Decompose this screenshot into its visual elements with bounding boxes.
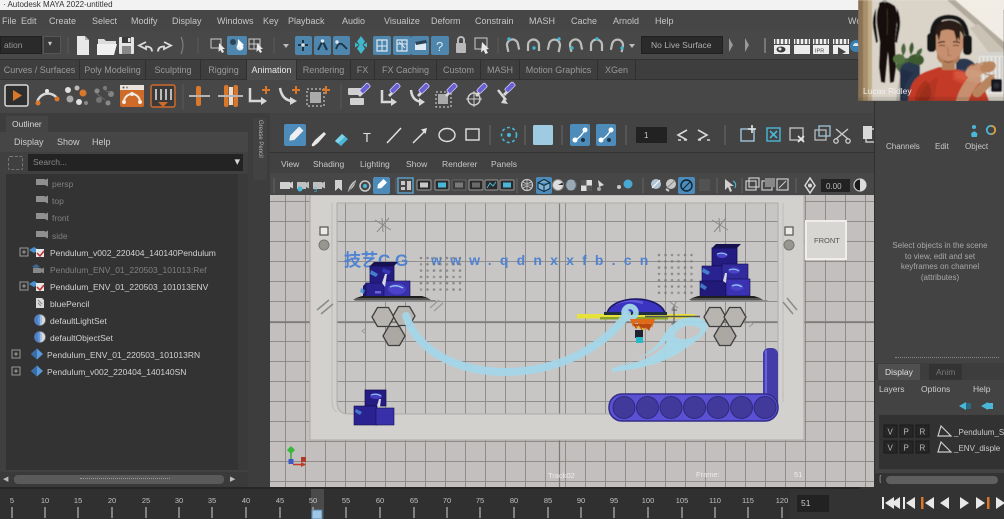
svg-text:35: 35	[208, 496, 216, 505]
svg-text:70: 70	[443, 496, 451, 505]
svg-text:15: 15	[74, 496, 82, 505]
svg-text:persp: persp	[52, 179, 74, 189]
svg-text:Pendulum_ENV_01_220503_101013E: Pendulum_ENV_01_220503_101013ENV	[50, 282, 209, 292]
svg-text:IPR: IPR	[815, 49, 824, 55]
svg-text:10: 10	[41, 496, 49, 505]
svg-text:1: 1	[644, 131, 649, 140]
svg-text:T: T	[363, 130, 371, 145]
svg-text:20: 20	[108, 496, 116, 505]
svg-text:0.00: 0.00	[826, 182, 842, 191]
svg-text:110: 110	[709, 496, 721, 505]
svg-text:Pendulum_ENV_01_220503_101013R: Pendulum_ENV_01_220503_101013RN	[47, 350, 200, 360]
svg-text:50: 50	[309, 496, 317, 505]
svg-text:V: V	[888, 444, 894, 453]
svg-text:30: 30	[175, 496, 183, 505]
svg-text:defaultObjectSet: defaultObjectSet	[50, 333, 113, 343]
svg-text:_ENV_disple: _ENV_disple	[953, 444, 1001, 453]
svg-text:90: 90	[577, 496, 585, 505]
svg-text:P: P	[904, 444, 909, 453]
svg-text:25: 25	[142, 496, 150, 505]
svg-text:bluePencil: bluePencil	[50, 299, 89, 309]
svg-text:Frame:: Frame:	[696, 470, 720, 479]
svg-text:R: R	[920, 444, 926, 453]
svg-text:defaultLightSet: defaultLightSet	[50, 316, 107, 326]
svg-text:Lucas Ridley: Lucas Ridley	[863, 86, 912, 96]
svg-text:front: front	[52, 213, 70, 223]
svg-text:55: 55	[342, 496, 350, 505]
svg-text:V: V	[888, 428, 894, 437]
svg-text:85: 85	[544, 496, 552, 505]
svg-text:Track02: Track02	[548, 471, 575, 480]
svg-text:95: 95	[610, 496, 618, 505]
svg-text:51: 51	[794, 470, 802, 479]
svg-text:?: ?	[436, 39, 443, 54]
svg-text:45: 45	[276, 496, 284, 505]
svg-text:Pendulum_v002_220404_140140Pen: Pendulum_v002_220404_140140Pendulum	[50, 248, 216, 258]
svg-text:_Pendulum_S: _Pendulum_S	[953, 428, 1004, 437]
svg-text:60: 60	[376, 496, 384, 505]
svg-text:top: top	[52, 196, 64, 206]
svg-text:R: R	[920, 428, 926, 437]
svg-text:65: 65	[410, 496, 418, 505]
svg-text:side: side	[52, 231, 68, 241]
svg-text:115: 115	[742, 496, 754, 505]
svg-text:75: 75	[476, 496, 484, 505]
svg-text:P: P	[904, 428, 909, 437]
svg-text:40: 40	[242, 496, 250, 505]
svg-text:105: 105	[676, 496, 689, 505]
svg-text:FRONT: FRONT	[814, 236, 840, 245]
svg-text:120: 120	[776, 496, 789, 505]
svg-text:5: 5	[10, 496, 14, 505]
svg-text:Pendulum_v002_220404_140140SN: Pendulum_v002_220404_140140SN	[47, 367, 186, 377]
svg-text:www.qdnxxfb.cn: www.qdnxxfb.cn	[430, 252, 657, 268]
svg-text:80: 80	[510, 496, 518, 505]
svg-text:Pendulum_ENV_01_220503_101013:: Pendulum_ENV_01_220503_101013:Ref	[50, 265, 207, 275]
svg-text:100: 100	[642, 496, 655, 505]
